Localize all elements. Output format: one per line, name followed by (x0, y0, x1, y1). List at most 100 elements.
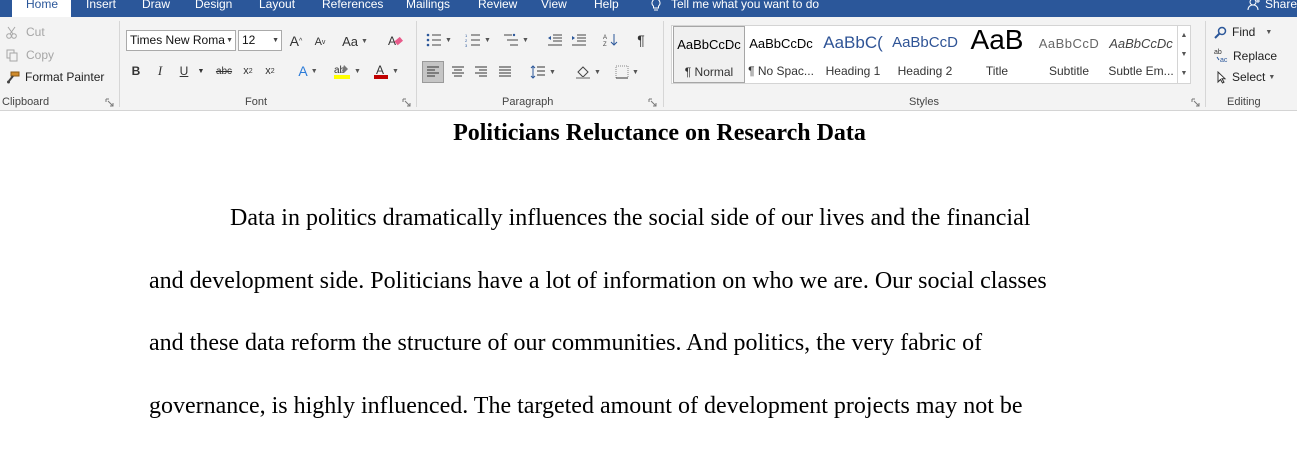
copy-label: Copy (26, 48, 55, 62)
group-separator (119, 21, 120, 107)
tab-references[interactable]: References (322, 0, 383, 17)
sort-icon[interactable]: AZ (601, 31, 621, 49)
replace-button[interactable]: ab ac Replace (1214, 48, 1277, 64)
style-preview: AaBbCcD (892, 34, 958, 51)
font-color-icon[interactable]: A ▼ (370, 62, 402, 80)
group-separator (1205, 21, 1206, 107)
style-heading-2[interactable]: AaBbCcD Heading 2 (889, 26, 961, 83)
borders-icon[interactable]: ▼ (610, 61, 644, 83)
style-name: Title (985, 64, 1009, 78)
clipboard-group-label: Clipboard (2, 96, 50, 108)
style-preview: AaBbCcD (1038, 36, 1100, 51)
replace-icon: abac (1214, 49, 1228, 63)
tab-review[interactable]: Review (478, 0, 517, 17)
find-button[interactable]: Find ▼ (1214, 25, 1272, 39)
svg-text:A: A (603, 35, 607, 41)
font-family-value: Times New Roma (130, 33, 225, 47)
italic-icon[interactable]: I (152, 63, 168, 79)
find-label: Find (1232, 25, 1256, 39)
shrink-font-icon[interactable]: Av (312, 34, 328, 50)
style-subtle-emphasis[interactable]: AaBbCcDc Subtle Em... (1105, 26, 1177, 83)
style-name: Subtle Em... (1108, 64, 1174, 78)
tab-design[interactable]: Design (195, 0, 232, 17)
show-formatting-marks-icon[interactable]: ¶ (632, 31, 650, 49)
style-preview: AaBbCcDc (749, 36, 813, 51)
multilevel-list-icon[interactable]: ▼ (500, 31, 532, 49)
svg-text:ac: ac (1220, 57, 1228, 63)
select-button[interactable]: Select ▼ (1214, 70, 1275, 84)
tab-insert[interactable]: Insert (86, 0, 116, 17)
font-family-select[interactable]: Times New Roma ▼ (126, 30, 236, 51)
style-name: Subtitle (1048, 64, 1090, 78)
increase-indent-icon[interactable] (569, 31, 589, 49)
underline-icon[interactable]: U (176, 63, 192, 79)
decrease-indent-icon[interactable] (545, 31, 565, 49)
strikethrough-icon[interactable]: abc (214, 63, 234, 79)
dialog-launcher-icon[interactable] (648, 98, 657, 107)
styles-gallery: AaBbCcDc ¶ Normal AaBbCcDc ¶ No Spac... … (671, 24, 1191, 84)
superscript-icon[interactable]: x2 (262, 63, 278, 79)
tab-mailings[interactable]: Mailings (406, 0, 450, 17)
body-text-line: and development side. Politicians have a… (149, 268, 1047, 294)
ribbon-tab-bar: Home Insert Draw Design Layout Reference… (0, 0, 1297, 17)
align-right-icon[interactable] (470, 61, 492, 83)
document-page[interactable]: Politicians Reluctance on Research Data … (0, 112, 1297, 451)
dialog-launcher-icon[interactable] (402, 98, 411, 107)
tab-help[interactable]: Help (594, 0, 619, 17)
chevron-down-icon: ▼ (272, 37, 279, 44)
align-center-icon[interactable] (447, 61, 469, 83)
highlight-icon[interactable]: ab ▼ (330, 62, 364, 80)
chevron-down-icon: ▼ (226, 37, 233, 44)
tab-draw[interactable]: Draw (142, 0, 170, 17)
subscript-icon[interactable]: x2 (240, 63, 256, 79)
gallery-more-icon[interactable]: ▼ (1177, 64, 1190, 83)
paintbrush-icon (7, 71, 20, 83)
bullets-icon[interactable]: ▼ (424, 31, 454, 49)
font-group-label: Font (245, 96, 268, 108)
shading-icon[interactable]: ▼ (571, 61, 605, 83)
cut-button[interactable]: Cut (6, 25, 45, 39)
gallery-scroll-down-icon[interactable]: ▼ (1177, 45, 1190, 64)
style-preview: AaBbC( (823, 33, 883, 52)
scissors-icon (6, 26, 17, 39)
tab-home[interactable]: Home (12, 0, 72, 17)
line-spacing-icon[interactable]: ▼ (526, 61, 560, 83)
tab-layout[interactable]: Layout (259, 0, 295, 17)
change-case-label: Aa (342, 33, 358, 49)
copy-button[interactable]: Copy (6, 48, 54, 62)
chevron-down-icon[interactable]: ▼ (196, 63, 206, 79)
style-title[interactable]: AaB Title (961, 24, 1033, 83)
clear-formatting-icon[interactable]: A (386, 32, 404, 50)
font-size-select[interactable]: 12 ▼ (238, 30, 282, 51)
text-effects-icon[interactable]: A ▼ (294, 62, 322, 80)
tab-view[interactable]: View (541, 0, 567, 17)
grow-font-icon[interactable]: A ^ (288, 32, 304, 50)
cursor-arrow-icon (1217, 70, 1227, 84)
dialog-launcher-icon[interactable] (1191, 98, 1200, 107)
gallery-scroll-up-icon[interactable]: ▲ (1177, 26, 1190, 45)
body-text-line: Data in politics dramatically influences… (230, 205, 1031, 231)
style-preview: AaB (970, 24, 1024, 55)
group-separator (416, 21, 417, 107)
format-painter-label: Format Painter (25, 70, 105, 84)
dialog-launcher-icon[interactable] (105, 98, 114, 107)
align-left-icon[interactable] (422, 61, 444, 83)
format-painter-button[interactable]: Format Painter (6, 70, 104, 84)
style-subtitle[interactable]: AaBbCcD Subtitle (1033, 26, 1105, 83)
style-normal[interactable]: AaBbCcDc ¶ Normal (673, 26, 745, 83)
styles-group-label: Styles (909, 96, 939, 108)
document-title: Politicians Reluctance on Research Data (453, 120, 866, 146)
change-case-button[interactable]: Aa ▼ (340, 32, 370, 50)
tell-me-text: Tell me what you want to do (671, 0, 820, 11)
style-heading-1[interactable]: AaBbC( Heading 1 (817, 26, 889, 83)
justify-icon[interactable] (494, 61, 516, 83)
tell-me-search[interactable]: Tell me what you want to do (650, 0, 819, 13)
bold-icon[interactable]: B (128, 63, 144, 79)
style-preview: AaBbCcDc (677, 37, 741, 52)
style-no-spacing[interactable]: AaBbCcDc ¶ No Spac... (745, 26, 817, 83)
select-label: Select (1232, 70, 1266, 84)
svg-text:A: A (376, 63, 384, 77)
share-button[interactable]: Share (1247, 0, 1297, 13)
numbering-icon[interactable]: 1 2 3 ▼ (462, 31, 494, 49)
paragraph-group-label: Paragraph (502, 96, 554, 108)
